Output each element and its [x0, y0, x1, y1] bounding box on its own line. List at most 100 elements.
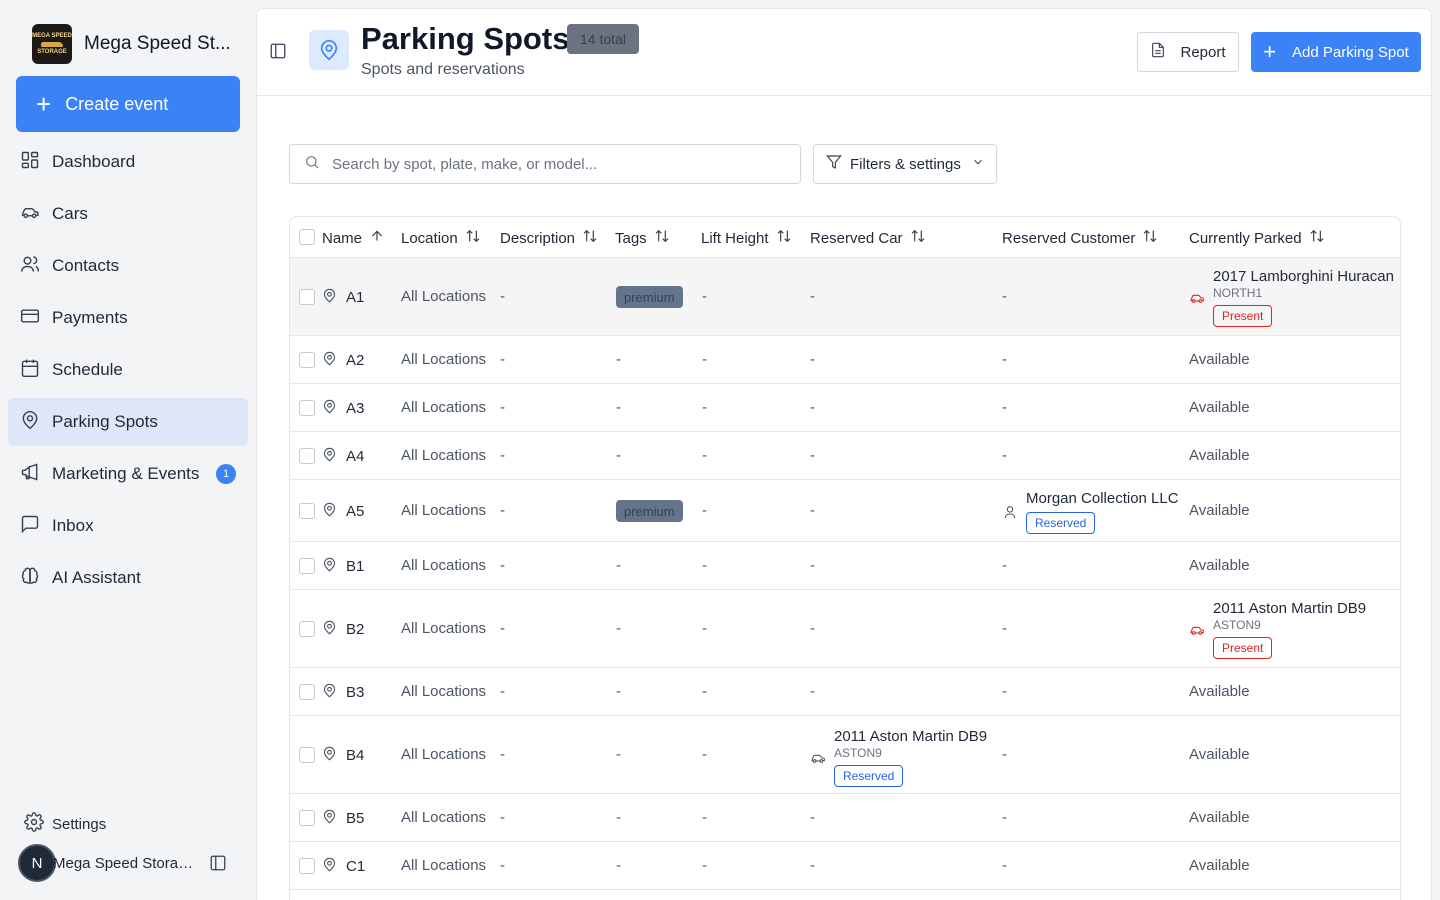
panel-left-icon[interactable]: [269, 42, 287, 60]
filters-settings-button[interactable]: Filters & settings: [813, 144, 997, 184]
table-row[interactable]: B5 All Locations - - - - - Available: [290, 794, 1400, 842]
row-checkbox[interactable]: [299, 558, 315, 574]
table-row[interactable]: A2 All Locations - - - - - Available: [290, 336, 1400, 384]
reserved-customer-cell: -: [1002, 288, 1007, 305]
column-header-tags[interactable]: Tags: [615, 228, 670, 248]
table-body: A1 All Locations - premium - - -2017 Lamborghi…: [290, 258, 1400, 890]
parking-spots-table: Name Location Description Tags Lift Heig…: [289, 216, 1401, 900]
reserved-customer-cell: -: [1002, 351, 1007, 368]
search-icon: [304, 154, 332, 174]
column-header-reserved-customer[interactable]: Reserved Customer: [1002, 228, 1158, 248]
tags-cell: -: [616, 620, 621, 637]
sidebar-toggle-icon[interactable]: [209, 854, 227, 872]
column-header-name[interactable]: Name: [322, 228, 385, 248]
column-header-currently-parked[interactable]: Currently Parked: [1189, 228, 1325, 248]
table-row[interactable]: B3 All Locations - - - - - Available: [290, 668, 1400, 716]
sidebar-item-dashboard[interactable]: Dashboard: [8, 138, 248, 186]
column-header-location[interactable]: Location: [401, 228, 481, 248]
sidebar-item-payments[interactable]: Payments: [8, 294, 248, 342]
spot-name-cell[interactable]: B3: [322, 683, 364, 702]
currently-parked-cell[interactable]: 2017 Lamborghini Huracan NORTH1 Present: [1189, 268, 1394, 327]
table-row[interactable]: B1 All Locations - - - - - Available: [290, 542, 1400, 590]
spot-name-cell[interactable]: A4: [322, 447, 364, 466]
sidebar-item-parking-spots[interactable]: Parking Spots: [8, 398, 248, 446]
sidebar-item-inbox[interactable]: Inbox: [8, 502, 248, 550]
column-header-reserved-car[interactable]: Reserved Car: [810, 228, 926, 248]
parked-car-title: 2017 Lamborghini Huracan: [1213, 268, 1394, 285]
lift-height-cell: -: [702, 502, 707, 519]
spot-name: A4: [346, 448, 365, 465]
description-cell: -: [500, 857, 505, 874]
reserved-customer-cell: -: [1002, 809, 1007, 826]
row-checkbox[interactable]: [299, 810, 315, 826]
tags-cell: -: [616, 683, 621, 700]
spot-name-cell[interactable]: A2: [322, 351, 364, 370]
spot-name-cell[interactable]: A5: [322, 502, 364, 521]
spot-name: B1: [346, 558, 365, 575]
row-checkbox[interactable]: [299, 448, 315, 464]
row-checkbox[interactable]: [299, 621, 315, 637]
location-cell: All Locations: [401, 288, 487, 305]
sidebar-item-schedule[interactable]: Schedule: [8, 346, 248, 394]
sidebar-item-contacts[interactable]: Contacts: [8, 242, 248, 290]
table-row[interactable]: A3 All Locations - - - - - Available: [290, 384, 1400, 432]
brand-logo-text-top: MEGA SPEED: [32, 32, 72, 39]
page-header: Parking Spots 14 total Spots and reserva…: [257, 9, 1431, 96]
lift-height-cell: -: [702, 447, 707, 464]
lift-height-cell: -: [702, 399, 707, 416]
file-text-icon: [1150, 42, 1180, 62]
spot-name: A2: [346, 352, 365, 369]
reserved-car-cell[interactable]: 2011 Aston Martin DB9 ASTON9 Reserved: [810, 728, 987, 787]
settings-label: Settings: [52, 815, 107, 833]
brand-name: Mega Speed St...: [84, 33, 231, 54]
row-checkbox[interactable]: [299, 684, 315, 700]
table-header: Name Location Description Tags Lift Heig…: [290, 217, 1400, 258]
reserved-customer-cell[interactable]: Morgan Collection LLC Reserved: [1002, 490, 1179, 534]
create-event-button[interactable]: + Create event: [16, 76, 240, 132]
reserved-customer-cell: -: [1002, 447, 1007, 464]
spot-name-cell[interactable]: A1: [322, 288, 364, 307]
row-checkbox[interactable]: [299, 503, 315, 519]
row-checkbox[interactable]: [299, 400, 315, 416]
map-pin-icon: [322, 857, 346, 876]
add-parking-spot-button[interactable]: + Add Parking Spot: [1251, 32, 1421, 72]
sidebar-item-cars[interactable]: Cars: [8, 190, 248, 238]
row-checkbox[interactable]: [299, 352, 315, 368]
reserved-car-cell: -: [810, 620, 815, 637]
settings-link[interactable]: Settings: [24, 812, 106, 836]
spot-name-cell[interactable]: B5: [322, 809, 364, 828]
row-checkbox[interactable]: [299, 747, 315, 763]
select-all-checkbox[interactable]: [299, 229, 315, 245]
table-row[interactable]: A1 All Locations - premium - - -2017 Lamborghi…: [290, 258, 1400, 336]
spot-name-cell[interactable]: C1: [322, 857, 365, 876]
row-checkbox[interactable]: [299, 858, 315, 874]
description-cell: -: [500, 557, 505, 574]
spot-name-cell[interactable]: B1: [322, 557, 364, 576]
spot-name-cell[interactable]: B2: [322, 620, 364, 639]
table-row[interactable]: B2 All Locations - - - - -2011 Aston Martin DB…: [290, 590, 1400, 668]
brand[interactable]: MEGA SPEED STORAGE Mega Speed St...: [32, 24, 234, 64]
row-checkbox[interactable]: [299, 289, 315, 305]
sort-icon: [458, 228, 481, 248]
column-header-description[interactable]: Description: [500, 228, 598, 248]
currently-parked-cell: Available: [1189, 351, 1250, 368]
table-row[interactable]: C1 All Locations - - - - - Available: [290, 842, 1400, 890]
column-header-lift-height[interactable]: Lift Height: [701, 228, 792, 248]
sort-icon: [1302, 228, 1325, 248]
table-row[interactable]: A4 All Locations - - - - - Available: [290, 432, 1400, 480]
customer-name: Morgan Collection LLC: [1026, 490, 1179, 507]
currently-parked-cell[interactable]: 2011 Aston Martin DB9 ASTON9 Present: [1189, 600, 1366, 659]
sidebar-item-marketing-events[interactable]: Marketing & Events 1: [8, 450, 248, 498]
count-badge: 14 total: [567, 24, 639, 54]
search-input[interactable]: Search by spot, plate, make, or model...: [289, 144, 801, 184]
spot-name-cell[interactable]: A3: [322, 399, 364, 418]
currently-parked-cell: Available: [1189, 447, 1250, 464]
spot-name-cell[interactable]: B4: [322, 746, 364, 765]
reserved-badge: Reserved: [834, 765, 904, 787]
reserved-customer-cell: -: [1002, 683, 1007, 700]
sidebar-item-ai-assistant[interactable]: AI Assistant: [8, 554, 248, 602]
report-button[interactable]: Report: [1137, 32, 1239, 72]
table-row[interactable]: B4 All Locations - - -2011 Aston Martin DB9 A…: [290, 716, 1400, 794]
user-menu[interactable]: N Mega Speed Storag...: [18, 843, 248, 883]
table-row[interactable]: A5 All Locations - premium - - Morgan Collecti…: [290, 480, 1400, 542]
